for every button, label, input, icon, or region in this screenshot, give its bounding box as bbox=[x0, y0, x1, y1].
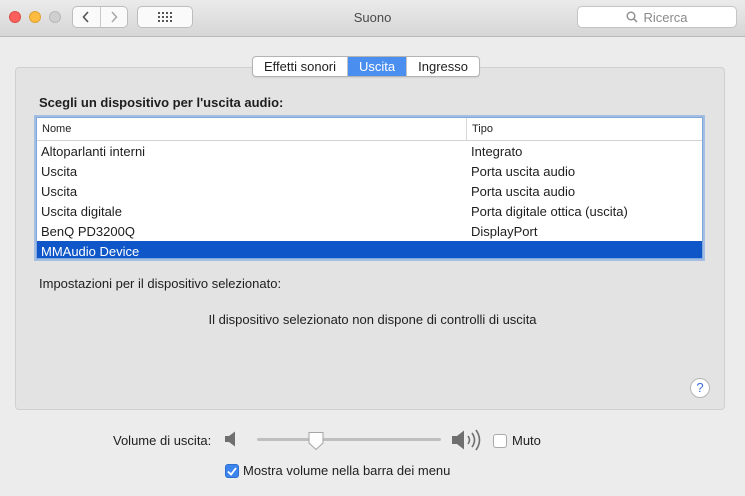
column-header-type[interactable]: Tipo bbox=[466, 118, 493, 140]
title-bar: Suono Ricerca bbox=[0, 0, 745, 37]
table-row-selected[interactable]: MMAudio Device bbox=[37, 241, 702, 259]
table-row[interactable]: Uscita Porta uscita audio bbox=[37, 161, 702, 181]
help-icon: ? bbox=[696, 380, 704, 395]
table-row[interactable]: Uscita Porta uscita audio bbox=[37, 181, 702, 201]
table-header: Nome Tipo bbox=[37, 118, 702, 141]
device-type: Porta uscita audio bbox=[471, 164, 576, 179]
speaker-low-icon bbox=[225, 431, 235, 447]
device-type: Integrato bbox=[471, 144, 523, 159]
table-row[interactable]: BenQ PD3200Q DisplayPort bbox=[37, 221, 702, 241]
output-heading: Scegli un dispositivo per l'uscita audio… bbox=[39, 95, 284, 110]
tab-uscita[interactable]: Uscita bbox=[347, 57, 407, 76]
show-volume-checkbox[interactable] bbox=[225, 464, 239, 478]
device-name: BenQ PD3200Q bbox=[41, 224, 135, 239]
search-placeholder: Ricerca bbox=[643, 9, 688, 25]
device-name: Uscita bbox=[41, 164, 78, 179]
mute-label: Muto bbox=[512, 433, 541, 448]
mute-checkbox[interactable] bbox=[493, 434, 507, 448]
checkmark-icon bbox=[227, 466, 237, 476]
search-field[interactable]: Ricerca bbox=[577, 6, 737, 28]
no-controls-message: Il dispositivo selezionato non dispone d… bbox=[208, 312, 537, 327]
device-table[interactable]: Nome Tipo Altoparlanti interni Integrato… bbox=[36, 117, 703, 259]
device-name: Uscita bbox=[41, 184, 78, 199]
settings-label: Impostazioni per il dispositivo selezion… bbox=[39, 276, 282, 291]
tab-ingresso[interactable]: Ingresso bbox=[406, 57, 479, 76]
tab-effetti-sonori[interactable]: Effetti sonori bbox=[253, 57, 347, 76]
search-icon bbox=[626, 11, 638, 23]
device-name: Uscita digitale bbox=[41, 204, 122, 219]
column-header-name[interactable]: Nome bbox=[42, 123, 71, 135]
table-row[interactable]: Uscita digitale Porta digitale ottica (u… bbox=[37, 201, 702, 221]
tab-bar: Effetti sonori Uscita Ingresso bbox=[252, 56, 481, 77]
speaker-high-icon bbox=[452, 429, 481, 451]
volume-slider-thumb[interactable] bbox=[307, 431, 325, 451]
device-type: Porta uscita audio bbox=[471, 184, 576, 199]
table-row[interactable]: Altoparlanti interni Integrato bbox=[37, 141, 702, 161]
volume-slider-track[interactable] bbox=[257, 438, 441, 441]
volume-label: Volume di uscita: bbox=[113, 433, 212, 448]
help-button[interactable]: ? bbox=[690, 378, 710, 398]
device-type: Porta digitale ottica (uscita) bbox=[471, 204, 628, 219]
device-name: MMAudio Device bbox=[41, 244, 140, 259]
device-type: DisplayPort bbox=[471, 224, 538, 239]
device-name: Altoparlanti interni bbox=[41, 144, 146, 159]
show-volume-label: Mostra volume nella barra dei menu bbox=[243, 463, 451, 478]
